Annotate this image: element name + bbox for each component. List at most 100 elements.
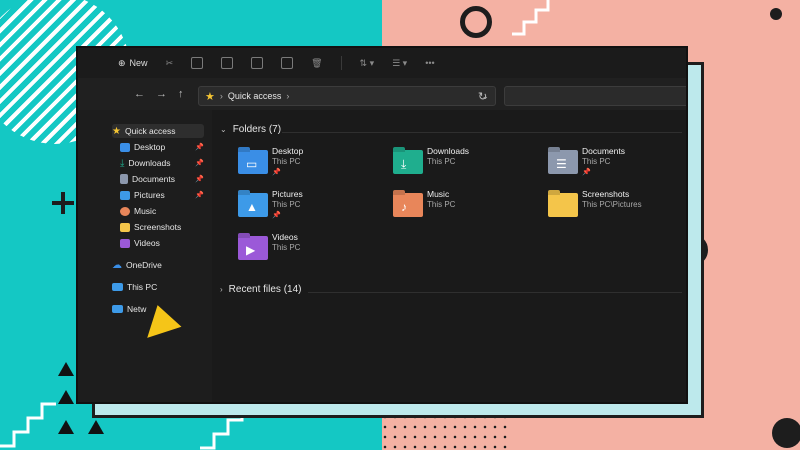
navigation-pane: ★ Quick access Desktop 📌 ⤓ Downloads 📌 D… bbox=[104, 114, 210, 402]
dot-decoration bbox=[772, 418, 800, 448]
pin-icon: 📌 bbox=[582, 169, 591, 176]
sidebar-item-this-pc[interactable]: This PC bbox=[112, 280, 204, 294]
folder-location: This PC bbox=[582, 157, 611, 166]
network-icon bbox=[112, 305, 123, 313]
sidebar-item-label: Desktop bbox=[134, 142, 166, 152]
pc-icon bbox=[112, 283, 123, 291]
back-button[interactable]: ← bbox=[134, 88, 145, 100]
sidebar-item-label: Videos bbox=[134, 238, 160, 248]
sidebar-item-label: This PC bbox=[127, 282, 158, 292]
desktop-icon bbox=[120, 142, 130, 152]
address-bar[interactable]: ★ › Quick access › ⌄ bbox=[198, 86, 496, 106]
cloud-icon: ☁ bbox=[112, 259, 122, 271]
sidebar-item-label: OneDrive bbox=[126, 260, 162, 270]
paste-icon bbox=[221, 57, 234, 69]
sidebar-item-pictures[interactable]: Pictures 📌 bbox=[120, 188, 204, 202]
music-icon bbox=[120, 206, 130, 216]
sidebar-item-quick-access[interactable]: ★ Quick access bbox=[112, 124, 204, 138]
folder-location: This PC\Pictures bbox=[582, 200, 642, 209]
folders-section-header[interactable]: ⌄ Folders (7) bbox=[220, 124, 281, 135]
view-button[interactable]: ☰ ▾ bbox=[392, 58, 407, 69]
sort-icon: ⇅ ▾ bbox=[359, 57, 375, 68]
documents-icon bbox=[120, 174, 128, 184]
pin-icon: 📌 bbox=[272, 212, 281, 219]
command-bar: ⊕ New ✂ 🗑 ⇅ ▾ ☰ ▾ ••• bbox=[78, 48, 686, 78]
copy-icon bbox=[191, 57, 204, 69]
copy-button[interactable] bbox=[191, 57, 204, 69]
sidebar-item-documents[interactable]: Documents 📌 bbox=[120, 172, 204, 186]
new-button-label: New bbox=[129, 58, 148, 68]
command-separator bbox=[340, 56, 342, 70]
refresh-button[interactable]: ↻ bbox=[478, 90, 487, 103]
up-button[interactable]: ↑ bbox=[178, 88, 184, 100]
play-glyph-icon: ▶ bbox=[246, 243, 256, 257]
folder-tile-videos[interactable]: ▶ Videos This PC bbox=[238, 232, 388, 270]
address-row: ← → ↑ ★ › Quick access › ⌄ ↻ bbox=[78, 84, 686, 108]
folder-name: Pictures bbox=[272, 189, 303, 199]
zigzag-decoration bbox=[512, 0, 550, 36]
folder-tile-desktop[interactable]: ▭ Desktop This PC 📌 bbox=[238, 146, 388, 184]
chevron-right-icon: › bbox=[286, 91, 290, 101]
view-icon: ☰ ▾ bbox=[392, 57, 408, 68]
sidebar-item-desktop[interactable]: Desktop 📌 bbox=[120, 140, 204, 154]
download-glyph-icon: ⤓ bbox=[401, 157, 407, 171]
note-glyph-icon: ♪ bbox=[401, 200, 407, 214]
pin-icon[interactable]: 📌 bbox=[195, 159, 204, 167]
pin-icon[interactable]: 📌 bbox=[195, 191, 204, 199]
pin-icon: 📌 bbox=[272, 169, 281, 176]
folder-tile-documents[interactable]: ☰ Documents This PC 📌 bbox=[548, 146, 686, 184]
folder-tile-downloads[interactable]: ⤓ Downloads This PC bbox=[393, 146, 543, 184]
sidebar-item-label: Pictures bbox=[134, 190, 165, 200]
sort-button[interactable]: ⇅ ▾ bbox=[360, 58, 375, 69]
sidebar-item-downloads[interactable]: ⤓ Downloads 📌 bbox=[120, 156, 204, 170]
delete-button[interactable]: 🗑 bbox=[311, 58, 322, 69]
search-input[interactable] bbox=[504, 86, 686, 106]
forward-button[interactable]: → bbox=[156, 88, 167, 100]
up-arrow-icon: ↑ bbox=[178, 88, 184, 100]
file-explorer-window: ⊕ New ✂ 🗑 ⇅ ▾ ☰ ▾ ••• ← → ↑ ★ › Quick ac… bbox=[76, 46, 688, 404]
sidebar-item-label: Documents bbox=[132, 174, 175, 184]
music-folder-icon: ♪ bbox=[393, 193, 423, 217]
rename-button[interactable] bbox=[251, 57, 264, 69]
screenshots-folder-icon bbox=[548, 193, 578, 217]
folder-tile-screenshots[interactable]: Screenshots This PC\Pictures bbox=[548, 189, 686, 227]
paste-button[interactable] bbox=[221, 57, 234, 69]
folder-name: Videos bbox=[272, 232, 298, 242]
sidebar-item-label: Downloads bbox=[128, 158, 171, 168]
desktop-folder-icon: ▭ bbox=[238, 150, 268, 174]
star-icon: ★ bbox=[205, 90, 215, 103]
pin-icon[interactable]: 📌 bbox=[195, 175, 204, 183]
folder-name: Music bbox=[427, 189, 450, 199]
new-button[interactable]: ⊕ New bbox=[118, 58, 148, 69]
sidebar-item-videos[interactable]: Videos bbox=[120, 236, 204, 250]
folder-icon bbox=[120, 222, 130, 232]
folder-name: Downloads bbox=[427, 146, 470, 156]
chevron-right-icon: › bbox=[220, 285, 223, 294]
recent-files-section-header[interactable]: › Recent files (14) bbox=[220, 284, 301, 295]
cut-button[interactable]: ✂ bbox=[166, 58, 174, 69]
star-icon: ★ bbox=[112, 125, 121, 137]
monitor-glyph-icon: ▭ bbox=[246, 157, 258, 171]
folders-section-title: Folders (7) bbox=[232, 124, 282, 135]
folder-location: This PC bbox=[427, 157, 456, 166]
pin-icon[interactable]: 📌 bbox=[195, 143, 204, 151]
chevron-right-icon: › bbox=[219, 91, 223, 101]
folder-location: This PC bbox=[272, 157, 301, 166]
sidebar-item-screenshots[interactable]: Screenshots bbox=[120, 220, 204, 234]
folder-location: This PC bbox=[427, 200, 456, 209]
sidebar-item-onedrive[interactable]: ☁ OneDrive bbox=[112, 258, 204, 272]
share-button[interactable] bbox=[281, 57, 294, 69]
folder-location: This PC bbox=[272, 243, 301, 252]
folder-tile-music[interactable]: ♪ Music This PC bbox=[393, 189, 543, 227]
address-path: Quick access bbox=[227, 91, 282, 101]
downloads-folder-icon: ⤓ bbox=[393, 150, 423, 174]
folder-location: This PC bbox=[272, 200, 301, 209]
sidebar-item-label: Quick access bbox=[124, 126, 176, 136]
back-arrow-icon: ← bbox=[134, 88, 145, 100]
recent-files-section-title: Recent files (14) bbox=[228, 284, 302, 295]
folder-tile-pictures[interactable]: ▲ Pictures This PC 📌 bbox=[238, 189, 388, 227]
more-button[interactable]: ••• bbox=[425, 58, 434, 68]
sidebar-item-music[interactable]: Music bbox=[120, 204, 204, 218]
share-icon bbox=[281, 57, 294, 69]
document-glyph-icon: ☰ bbox=[556, 157, 567, 171]
